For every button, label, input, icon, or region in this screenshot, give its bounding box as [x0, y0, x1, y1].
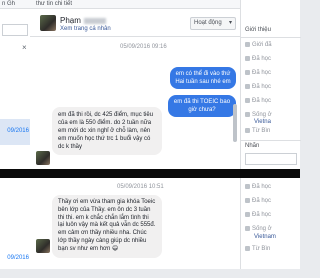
- school-icon: [245, 56, 250, 61]
- divider: [241, 37, 301, 38]
- info-item: Đã học: [245, 84, 271, 90]
- activity-button-label: Hoạt động: [194, 20, 222, 26]
- conversation-list: n Gh × 09/2016 09/2016: [0, 0, 30, 269]
- info-item: Đã học: [245, 212, 271, 218]
- chat-scrollbar[interactable]: [233, 104, 237, 142]
- labels-input[interactable]: [245, 153, 297, 165]
- school-icon: [245, 98, 250, 103]
- school-icon: [245, 70, 250, 75]
- top-tab-strip: thư tin chi tiết: [30, 0, 240, 9]
- school-icon: [245, 198, 250, 203]
- avatar[interactable]: [40, 15, 56, 31]
- info-item: Sống ở: [245, 112, 272, 118]
- info-item: Sống ở: [245, 226, 272, 232]
- conversation-date: 09/2016: [7, 128, 29, 134]
- conversation-item[interactable]: 09/2016: [0, 252, 30, 278]
- screenshot-divider: [0, 169, 300, 178]
- conversation-search-input[interactable]: [2, 24, 28, 36]
- info-item: Đã học: [245, 198, 271, 204]
- outgoing-message: em có thể đi vào thứ Hai tuần sau nhé em: [170, 67, 236, 89]
- info-item: Đã học: [245, 56, 271, 62]
- conversation-item-selected[interactable]: 09/2016: [0, 119, 30, 145]
- school-icon: [245, 84, 250, 89]
- school-icon: [245, 212, 250, 217]
- location-link[interactable]: Vietnam: [254, 234, 276, 240]
- divider: [241, 140, 301, 141]
- location-icon: [245, 128, 250, 133]
- left-tab-strip: n Gh: [0, 0, 30, 9]
- incoming-message: em đã thi rồi, dc 425 điểm, mục tiêu của…: [52, 107, 162, 155]
- info-item: Giới đã: [245, 42, 272, 48]
- conversation-date: 09/2016: [7, 255, 29, 261]
- info-item: Đã học: [245, 70, 271, 76]
- avatar: [36, 239, 50, 253]
- section-title-labels: Nhãn: [245, 143, 260, 149]
- tab-detail[interactable]: thư tin chi tiết: [36, 1, 72, 7]
- info-item: Từ Bìn: [245, 128, 270, 134]
- home-icon: [245, 112, 250, 117]
- school-icon: [245, 184, 250, 189]
- close-icon[interactable]: ×: [22, 43, 27, 52]
- info-item: Đã học: [245, 98, 271, 104]
- view-profile-link[interactable]: Xem trang cá nhân: [60, 26, 111, 32]
- left-tab-label[interactable]: n Gh: [2, 1, 15, 7]
- info-item: Từ Bìn: [245, 246, 270, 252]
- chevron-down-icon: ▾: [228, 20, 232, 26]
- message-timestamp: 05/09/2016 10:51: [117, 184, 164, 190]
- section-title-info: Giới thiệu: [245, 27, 271, 33]
- redacted-name: [83, 17, 106, 24]
- info-item: Đã học: [245, 184, 271, 190]
- message-timestamp: 05/09/2016 09:16: [120, 44, 167, 50]
- info-sidebar: Giới thiệu Giới đã Đã học Đã học Đã học …: [240, 0, 301, 269]
- briefcase-icon: [245, 42, 250, 47]
- avatar: [36, 151, 50, 165]
- incoming-message: Thầy ơi em vừa tham gia khóa Toeic bên l…: [52, 195, 162, 258]
- chat-panel: Phạm Xem trang cá nhân Hoạt động ▾ 05/09…: [30, 9, 240, 269]
- outgoing-message: em đã thi TOEIC bao giờ chưa?: [168, 95, 236, 117]
- contact-name[interactable]: Phạm: [60, 16, 106, 25]
- activity-dropdown-button[interactable]: Hoạt động ▾: [190, 17, 236, 30]
- home-icon: [245, 226, 250, 231]
- location-link[interactable]: Vietna: [254, 119, 271, 125]
- location-icon: [245, 246, 250, 251]
- chat-header: Phạm Xem trang cá nhân Hoạt động ▾: [30, 9, 240, 37]
